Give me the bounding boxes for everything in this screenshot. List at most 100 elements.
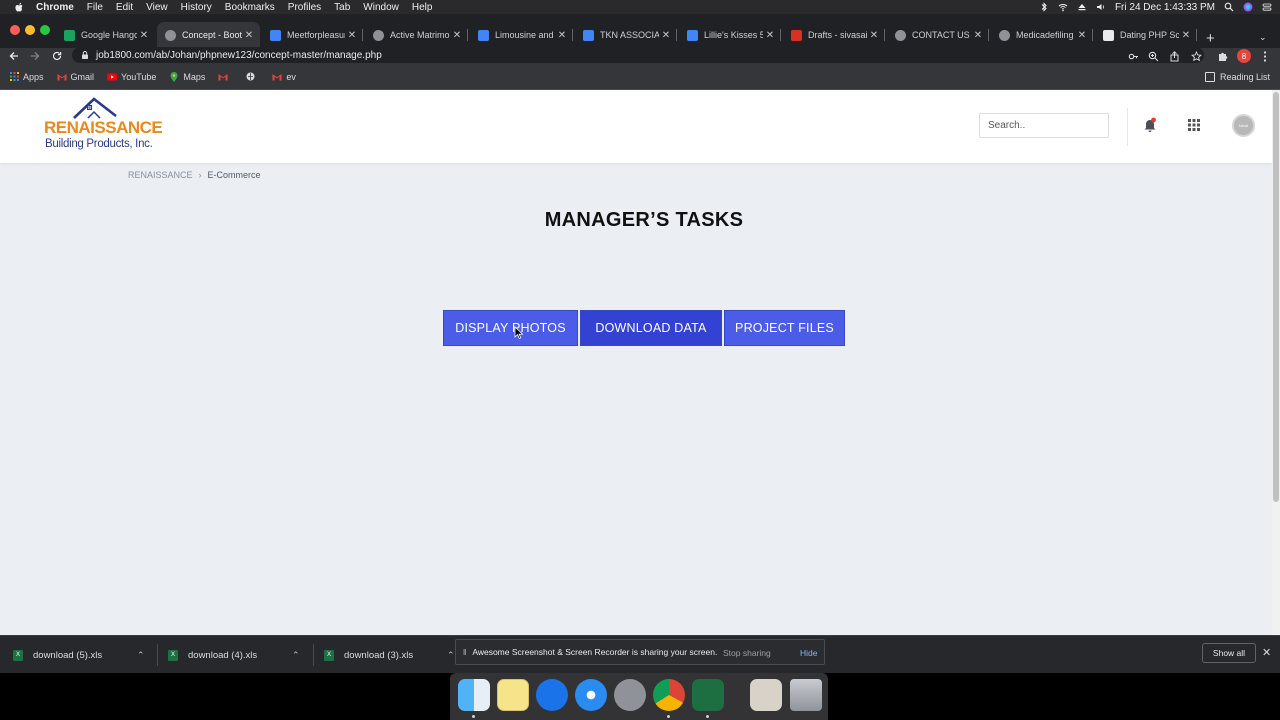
close-tab-icon[interactable]: ✕ — [659, 30, 673, 41]
menu-tab[interactable]: Tab — [334, 2, 350, 13]
window-zoom-button[interactable] — [40, 25, 50, 35]
gmail-icon — [57, 72, 67, 82]
eject-icon[interactable] — [1077, 2, 1087, 12]
tab-search-chevron-icon[interactable]: ⌄ — [1259, 32, 1267, 43]
close-downloads-shelf-icon[interactable]: ✕ — [1262, 646, 1271, 659]
address-bar[interactable]: job1800.com/ab/Johan/phpnew123/concept-m… — [72, 47, 1204, 63]
tab-3[interactable]: Meetforpleasure✕ — [262, 22, 363, 48]
menu-help[interactable]: Help — [412, 2, 433, 13]
tab-5[interactable]: Limousine and C✕ — [470, 22, 573, 48]
menu-history[interactable]: History — [181, 2, 212, 13]
breadcrumb-root-link[interactable]: RENAISSANCE — [128, 170, 193, 180]
bookmark-item[interactable]: YouTube — [107, 72, 156, 82]
profile-avatar-button[interactable]: 8 — [1237, 49, 1251, 63]
download-item[interactable]: X download (3).xls ⌃ — [324, 636, 458, 674]
bookmark-item[interactable]: ev — [272, 72, 296, 82]
scrollbar-thumb[interactable] — [1273, 92, 1279, 502]
tab-2[interactable]: Concept - Bootstrap✕ — [157, 22, 260, 48]
excel-icon[interactable] — [692, 679, 724, 711]
bookmark-item[interactable]: Gmail — [57, 72, 94, 82]
bookmark-item[interactable] — [245, 72, 259, 82]
tab-9[interactable]: CONTACT US - ✕ — [887, 22, 989, 48]
wifi-icon[interactable] — [1058, 2, 1068, 12]
menu-profiles[interactable]: Profiles — [288, 2, 321, 13]
control-center-icon[interactable] — [1262, 2, 1272, 12]
tab-10[interactable]: Medicadefiling ✕ — [991, 22, 1093, 48]
lock-icon[interactable] — [80, 50, 90, 60]
bookmark-star-icon[interactable] — [1189, 49, 1203, 63]
back-button[interactable] — [6, 48, 22, 64]
reload-button[interactable] — [49, 48, 65, 64]
reading-list-button[interactable]: Reading List — [1204, 64, 1270, 90]
chevron-up-icon[interactable]: ⌃ — [447, 650, 455, 661]
site-search-input[interactable] — [979, 113, 1109, 138]
chrome-menu-kebab-icon[interactable] — [1258, 49, 1272, 63]
bluetooth-icon[interactable] — [1039, 2, 1049, 12]
chevron-up-icon[interactable]: ⌃ — [292, 650, 300, 661]
notification-bell-icon[interactable] — [1143, 117, 1157, 133]
bookmark-item[interactable]: Apps — [9, 72, 44, 82]
apple-icon[interactable] — [12, 0, 26, 14]
tab-1[interactable]: Google Hangouts✕ — [56, 22, 155, 48]
bookmark-item[interactable]: Maps — [169, 71, 205, 82]
display-photos-button[interactable]: DISPLAY PHOTOS — [443, 310, 578, 346]
trash-icon[interactable] — [790, 679, 822, 711]
close-tab-icon[interactable]: ✕ — [345, 30, 359, 41]
forward-button[interactable] — [27, 48, 43, 64]
user-avatar[interactable]: Ideal — [1232, 114, 1255, 137]
extensions-puzzle-icon[interactable] — [1215, 49, 1229, 63]
safari-icon[interactable] — [575, 679, 607, 711]
close-tab-icon[interactable]: ✕ — [1075, 30, 1089, 41]
close-tab-icon[interactable]: ✕ — [450, 30, 464, 41]
bookmark-item[interactable] — [218, 72, 232, 82]
tab-4[interactable]: Active Matrimony✕ — [365, 22, 468, 48]
zoom-icon[interactable] — [1146, 49, 1160, 63]
tab-6[interactable]: TKN ASSOCIATES✕ — [575, 22, 677, 48]
renaissance-logo[interactable]: RENAISSANCE Building Products, Inc. — [44, 96, 163, 154]
close-tab-icon[interactable]: ✕ — [971, 30, 985, 41]
share-icon[interactable] — [1167, 49, 1181, 63]
menu-file[interactable]: File — [87, 2, 103, 13]
show-all-downloads-button[interactable]: Show all — [1202, 643, 1256, 663]
close-tab-icon[interactable]: ✕ — [555, 30, 569, 41]
page-scrollbar[interactable] — [1272, 90, 1280, 635]
download-item[interactable]: X download (5).xls ⌃ — [13, 636, 155, 674]
apps-grid-icon[interactable] — [1188, 119, 1200, 131]
menubar-clock[interactable]: Fri 24 Dec 1:43:33 PM — [1115, 2, 1215, 13]
chrome-icon[interactable] — [653, 679, 685, 711]
volume-icon[interactable] — [1096, 2, 1106, 12]
launchpad-rocket-icon[interactable] — [614, 679, 646, 711]
menu-bookmarks[interactable]: Bookmarks — [225, 2, 275, 13]
chevron-up-icon[interactable]: ⌃ — [137, 650, 145, 661]
close-tab-icon[interactable]: ✕ — [763, 30, 777, 41]
close-tab-icon[interactable]: ✕ — [867, 30, 881, 41]
download-data-button[interactable]: DOWNLOAD DATA — [580, 310, 722, 346]
close-tab-icon[interactable]: ✕ — [242, 30, 256, 41]
teamviewer-icon[interactable] — [536, 679, 568, 711]
menu-view[interactable]: View — [146, 2, 168, 13]
finder-icon[interactable] — [458, 679, 490, 711]
tab-11[interactable]: Dating PHP Scr ✕ — [1095, 22, 1197, 48]
window-minimize-button[interactable] — [25, 25, 35, 35]
reload-icon — [52, 51, 62, 61]
siri-icon[interactable] — [1243, 2, 1253, 12]
photos-stack-icon[interactable] — [750, 679, 782, 711]
download-item[interactable]: X download (4).xls ⌃ — [168, 636, 310, 674]
menu-window[interactable]: Window — [363, 2, 399, 13]
menu-app-name[interactable]: Chrome — [36, 2, 74, 13]
menubar-status-area: Fri 24 Dec 1:43:33 PM — [1039, 0, 1272, 14]
close-tab-icon[interactable]: ✕ — [1179, 30, 1193, 41]
new-tab-button[interactable]: + — [1206, 30, 1215, 47]
window-close-button[interactable] — [10, 25, 20, 35]
tab-8[interactable]: Drafts - sivasai ✕ — [783, 22, 885, 48]
menu-edit[interactable]: Edit — [116, 2, 133, 13]
notes-icon[interactable] — [497, 679, 529, 711]
project-files-button[interactable]: PROJECT FILES — [724, 310, 845, 346]
stop-sharing-button[interactable]: Stop sharing — [723, 640, 771, 666]
spotlight-search-icon[interactable] — [1224, 2, 1234, 12]
tab-7[interactable]: Lillie's Kisses 5 ✕ — [679, 22, 781, 48]
hide-sharing-bar-button[interactable]: Hide — [800, 640, 817, 666]
password-key-icon[interactable] — [1126, 49, 1140, 63]
close-tab-icon[interactable]: ✕ — [137, 30, 151, 41]
bookmarks-bar: Apps Gmail YouTube Maps ev Reading List — [0, 64, 1280, 90]
